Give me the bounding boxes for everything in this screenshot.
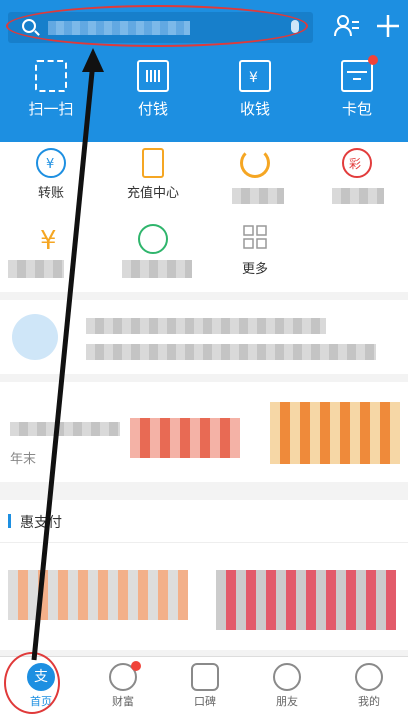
annotation-arrow <box>31 48 104 661</box>
